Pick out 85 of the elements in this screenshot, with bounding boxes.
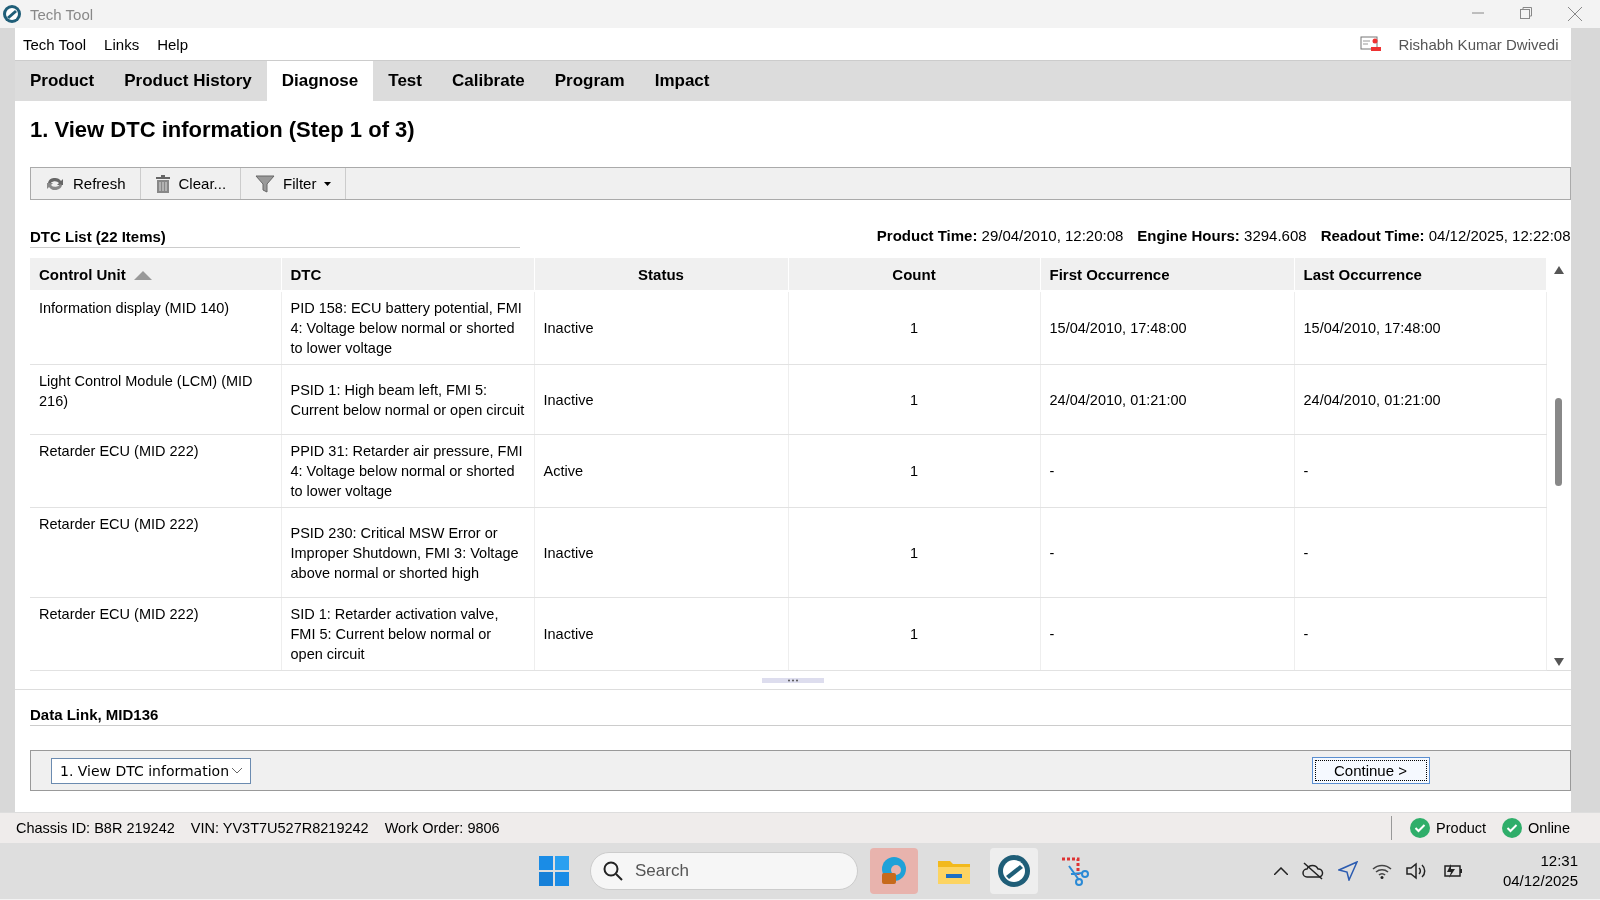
section-title: Data Link, MID136	[30, 706, 1571, 726]
toolbar-button[interactable]: Filter	[241, 168, 347, 199]
tab[interactable]: Test	[373, 61, 437, 101]
taskbar-clock[interactable]: 12:31 04/12/2025	[1502, 851, 1578, 891]
table-cell: 1	[788, 597, 1040, 671]
scroll-down-icon[interactable]	[1553, 658, 1564, 666]
status-text: Work Order: 9806	[384, 820, 500, 836]
caret-icon	[324, 181, 332, 186]
column-header[interactable]: DTC	[281, 258, 534, 290]
table-cell: Inactive	[534, 507, 788, 598]
sort-ascending-icon	[133, 271, 152, 281]
trash-icon	[154, 174, 171, 193]
table-cell: Active	[534, 434, 788, 508]
column-header[interactable]: First Occurrence	[1040, 258, 1294, 290]
scroll-up-icon[interactable]	[1553, 266, 1564, 274]
user-card-icon[interactable]	[1360, 35, 1383, 53]
chevron-up-icon[interactable]	[1274, 867, 1288, 875]
table-cell: PPID 31: Retarder air pressure, FMI 4: Voltage below normal or shorted to lower voltage	[281, 434, 534, 508]
table-cell: PSID 1: High beam left, FMI 5: Current below normal or open circuit	[281, 364, 534, 435]
chevron-down-icon	[232, 767, 242, 774]
status-indicator: Product	[1436, 820, 1487, 836]
volume-icon[interactable]	[1406, 862, 1428, 880]
tab[interactable]: Program	[539, 61, 640, 101]
location-icon[interactable]	[1338, 861, 1358, 881]
table-cell: Inactive	[534, 292, 788, 365]
column-header[interactable]: Control Unit	[30, 258, 281, 290]
check-circle-icon	[1502, 818, 1523, 838]
tab[interactable]: Diagnose	[266, 61, 374, 101]
table-cell: 24/04/2010, 01:21:00	[1040, 364, 1294, 435]
window-title: Tech Tool	[30, 5, 94, 23]
close-icon[interactable]	[1568, 7, 1582, 21]
restore-icon[interactable]	[1520, 7, 1532, 19]
table-cell: Retarder ECU (MID 222)	[30, 597, 281, 671]
table-cell: 15/04/2010, 17:48:00	[1040, 292, 1294, 365]
continue-button[interactable]: Continue >	[1311, 757, 1430, 784]
table-cell: PSID 230: Critical MSW Error or Improper Shutdown, FMI 3: Voltage above normal or shorted high	[281, 507, 534, 598]
user-name: Rishabh Kumar Dwivedi	[1398, 35, 1559, 53]
table-cell: -	[1040, 434, 1294, 508]
scrollbar-thumb[interactable]	[1554, 398, 1562, 486]
filter-icon	[255, 174, 276, 193]
check-circle-icon	[1410, 818, 1431, 838]
tech-tool-app-icon[interactable]	[990, 848, 1038, 894]
table-cell: Inactive	[534, 597, 788, 671]
table-cell: PID 158: ECU battery potential, FMI 4: Voltage below normal or shorted to lower voltage	[281, 292, 534, 365]
column-header[interactable]: Status	[534, 258, 788, 290]
readout-text: Product Time: 29/04/2010, 12:20:08	[876, 227, 1124, 244]
toolbar-button[interactable]: Clear...	[140, 168, 242, 199]
status-text: VIN: YV3T7U527R8219242	[190, 820, 369, 836]
tab[interactable]: Calibrate	[437, 61, 540, 101]
column-header[interactable]: Count	[788, 258, 1040, 290]
search-icon	[603, 861, 623, 881]
page-title: 1. View DTC information (Step 1 of 3)	[30, 117, 416, 143]
table-cell: Retarder ECU (MID 222)	[30, 507, 281, 598]
section-title: DTC List (22 Items)	[30, 228, 520, 248]
table-cell: -	[1294, 597, 1546, 671]
status-indicator: Online	[1528, 820, 1570, 836]
table-cell: 1	[788, 434, 1040, 508]
table-cell: SID 1: Retarder activation valve, FMI 5: Current below normal or open circuit	[281, 597, 534, 671]
table-cell: -	[1294, 507, 1546, 598]
search-field[interactable]: Search	[590, 852, 858, 890]
column-header[interactable]: Last Occurrence	[1294, 258, 1546, 290]
table-cell: 15/04/2010, 17:48:00	[1294, 292, 1546, 365]
table-cell: Light Control Module (LCM) (MID 216)	[30, 364, 281, 435]
table-cell: -	[1040, 507, 1294, 598]
splitter-handle[interactable]	[761, 677, 824, 683]
table-cell: 24/04/2010, 01:21:00	[1294, 364, 1546, 435]
tab[interactable]: Product History	[109, 61, 267, 101]
status-text: Chassis ID: B8R 219242	[16, 820, 175, 836]
table-cell: Inactive	[534, 364, 788, 435]
readout-text: Readout Time: 04/12/2025, 12:22:08	[1320, 227, 1571, 244]
table-cell: 1	[788, 507, 1040, 598]
readout-text: Engine Hours: 3294.608	[1137, 227, 1307, 244]
tab[interactable]: Product	[15, 61, 110, 101]
battery-icon[interactable]	[1442, 862, 1464, 880]
table-cell: Information display (MID 140)	[30, 292, 281, 365]
tab[interactable]: Impact	[639, 61, 725, 101]
step-dropdown[interactable]: 1. View DTC information	[51, 757, 251, 784]
table-cell: Retarder ECU (MID 222)	[30, 434, 281, 508]
table-cell: 1	[788, 364, 1040, 435]
table-cell: -	[1040, 597, 1294, 671]
table-cell: -	[1294, 434, 1546, 508]
toolbar-button[interactable]: Refresh	[31, 168, 141, 199]
wifi-icon[interactable]	[1372, 863, 1392, 879]
cloud-off-icon[interactable]	[1302, 862, 1324, 880]
table-cell: 1	[788, 292, 1040, 365]
